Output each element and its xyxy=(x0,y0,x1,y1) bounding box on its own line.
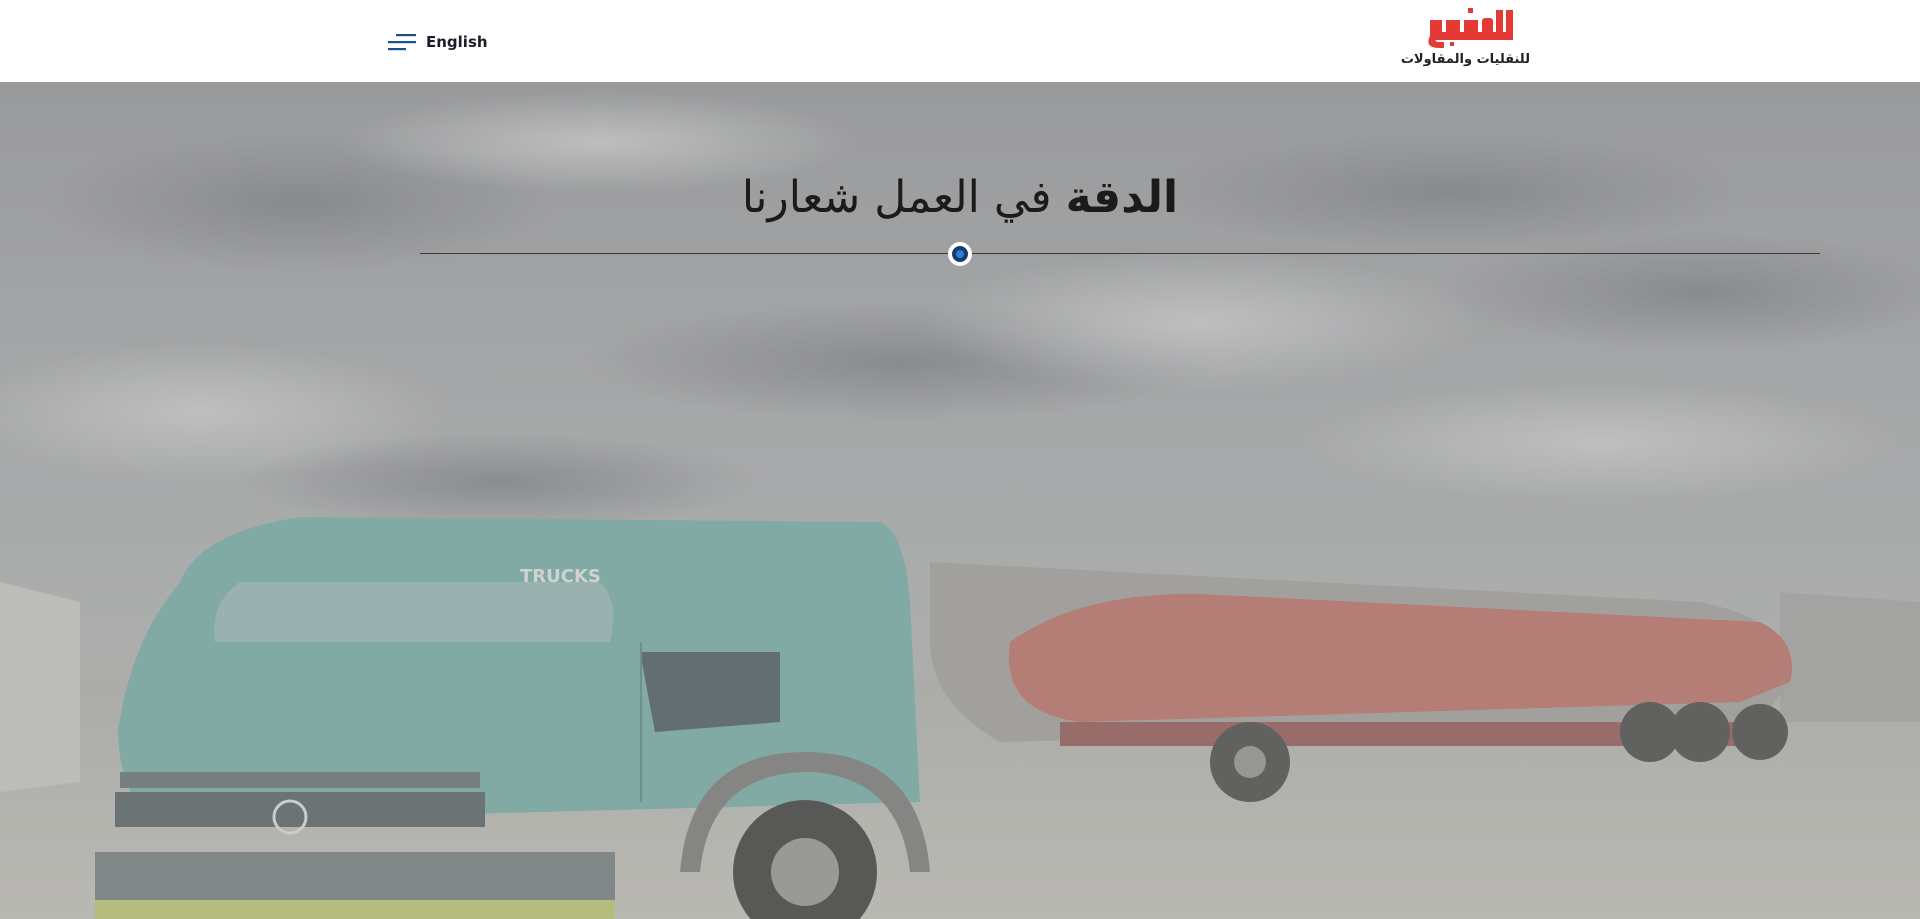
hero-title: الدقة في العمل شعارنا xyxy=(0,168,1920,228)
site-header: English للنقليات والمقاولات xyxy=(0,0,1920,82)
hero-divider-line xyxy=(420,253,1820,254)
menu-language-toggle[interactable]: English xyxy=(388,28,488,56)
site-logo[interactable]: للنقليات والمقاولات xyxy=(1398,6,1534,72)
hero-divider-dot xyxy=(948,242,972,266)
logo-mark xyxy=(1428,8,1513,48)
divider-dot-core xyxy=(956,250,964,258)
menu-icon[interactable] xyxy=(388,33,416,51)
hero-title-strong: الدقة xyxy=(1065,172,1179,223)
language-switch-link[interactable]: English xyxy=(426,33,488,51)
logo-tagline: للنقليات والمقاولات xyxy=(1400,52,1530,67)
hero-banner: TRUCKS الدقة في العمل شعارنا xyxy=(0,82,1920,919)
hero-title-rest: في العمل شعارنا xyxy=(741,172,1052,223)
